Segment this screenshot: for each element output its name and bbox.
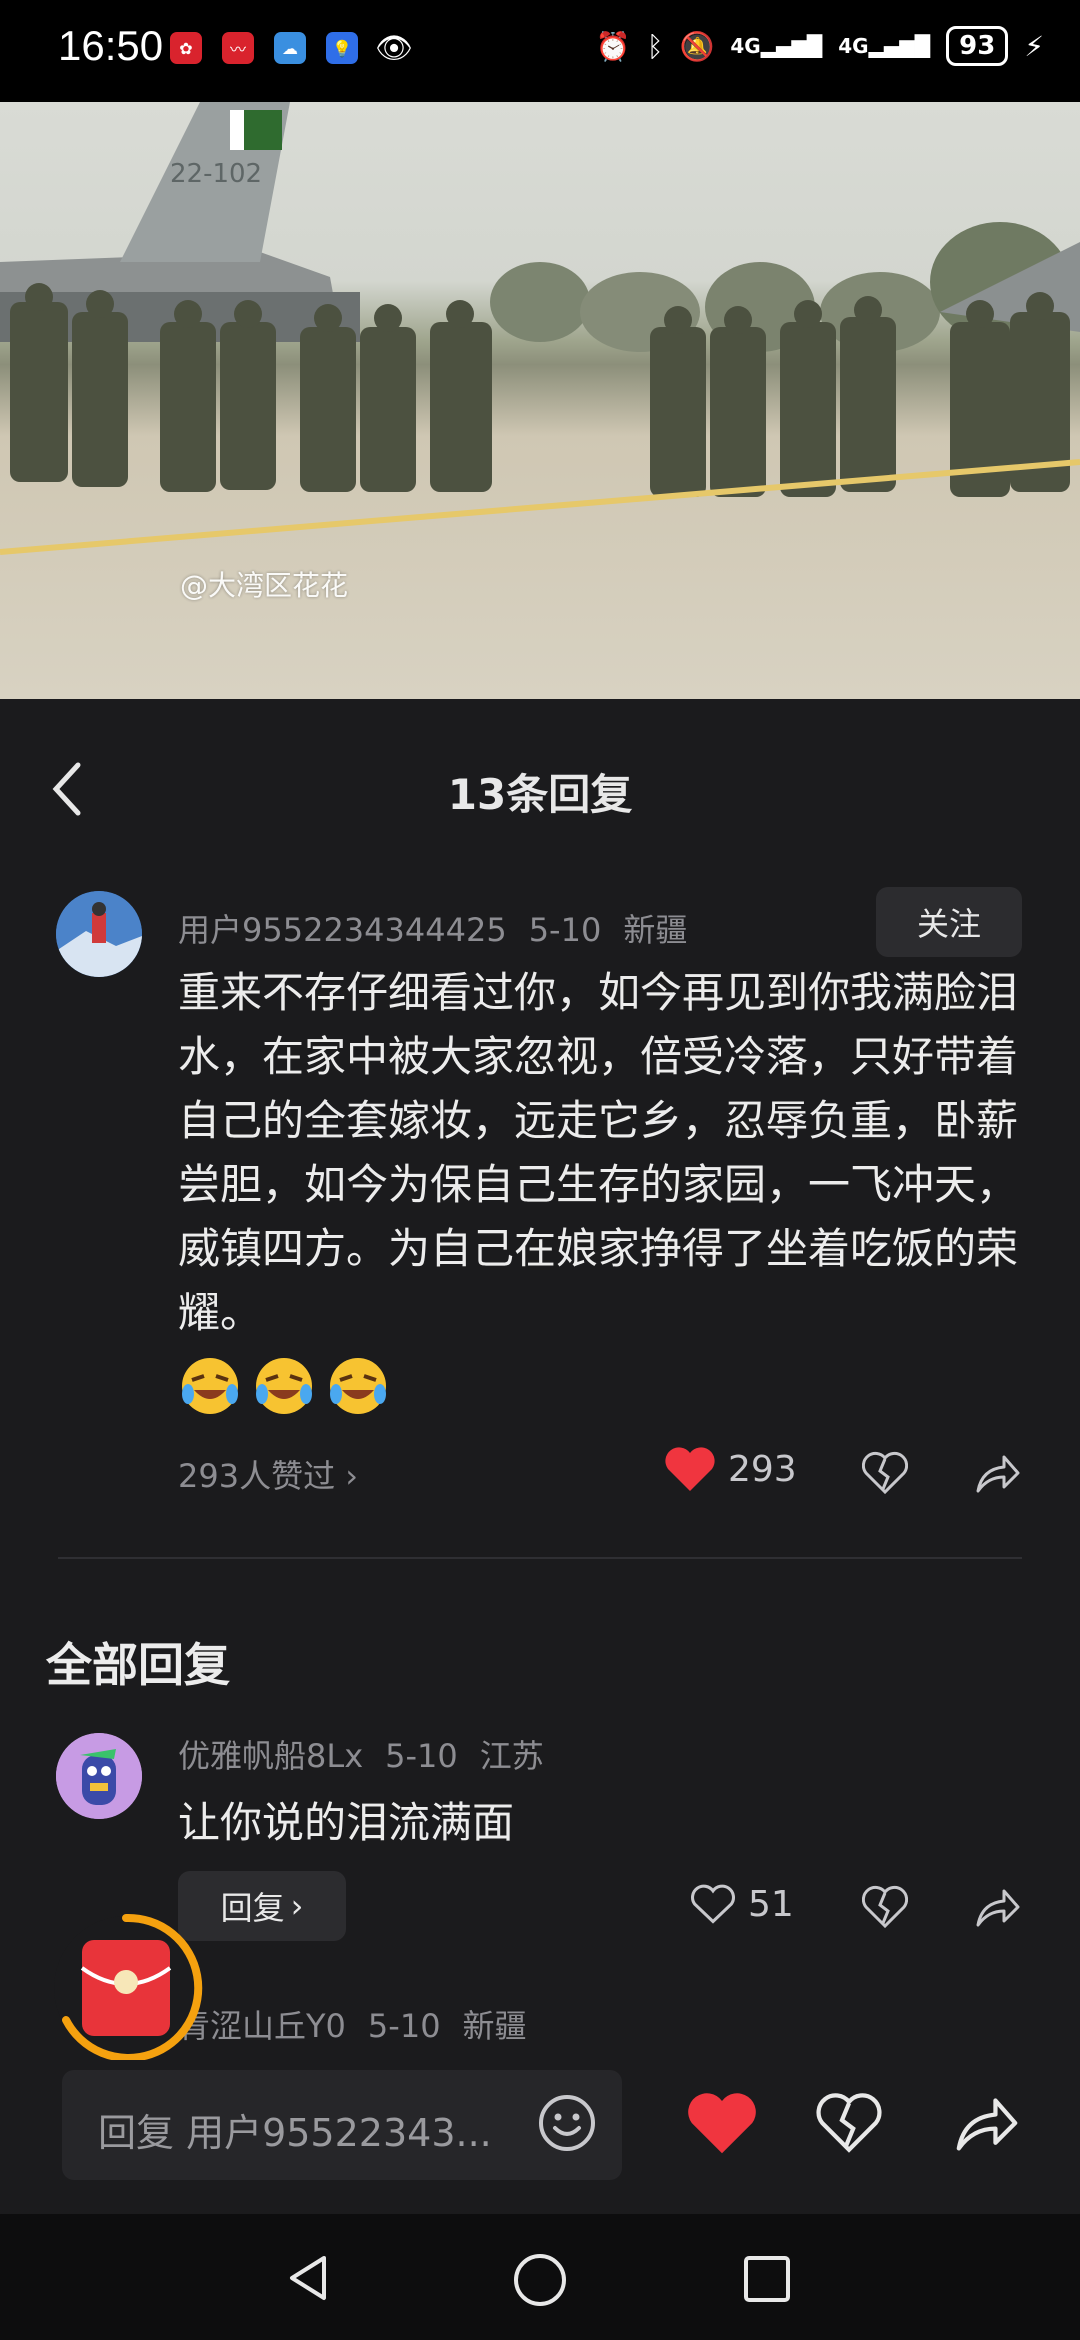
eye-icon: 👁 [374, 30, 414, 66]
reply-date: 5-10 [367, 2007, 441, 2045]
avatar-image [56, 891, 142, 977]
avatar[interactable] [56, 891, 142, 977]
laugh-cry-emoji-icon [330, 1358, 386, 1414]
laugh-cry-emoji-icon [256, 1358, 312, 1414]
jet-marking: 22-102 [170, 159, 262, 189]
dislike-icon[interactable] [862, 1885, 908, 1929]
emoji-picker-icon[interactable] [536, 2092, 598, 2154]
avatar-image [56, 1733, 142, 1819]
like-count: 293 [728, 1448, 797, 1490]
heart-filled-icon [665, 1447, 715, 1491]
alarm-icon: ⏰ [595, 29, 631, 63]
comment-text: 重来不存仔细看过你，如今再见到你我满脸泪水，在家中被大家忽视，倍受冷落，只好带着… [178, 968, 1019, 1337]
status-bar: 16:50 ✿ 〰 ☁ 💡 👁 ⏰ ᛒ 🔕 4G▂▄▆█ 4G▂▄▆█ 93 ⚡ [0, 0, 1080, 102]
avatar[interactable] [56, 1733, 142, 1819]
comment-date: 5-10 [528, 911, 602, 949]
comment-meta: 用户9552234344425 5-10 新疆 [178, 905, 709, 951]
nav-recents-icon[interactable] [742, 2254, 792, 2304]
weather-app-icon: ☁ [274, 32, 306, 64]
chevron-right-icon: › [290, 1887, 304, 1925]
stocks-app-icon: 〰 [222, 32, 254, 64]
huawei-app-icon: ✿ [170, 32, 202, 64]
reply-username[interactable]: 优雅帆船8Lx [178, 1737, 363, 1775]
video-watermark: @大湾区花花 [180, 569, 349, 602]
liked-by-link[interactable]: 293人赞过 › [178, 1451, 358, 1497]
laugh-cry-emoji-icon [182, 1358, 238, 1414]
status-right: ⏰ ᛒ 🔕 4G▂▄▆█ 4G▂▄▆█ 93 ⚡ [596, 26, 1044, 66]
dislike-icon[interactable] [816, 2092, 882, 2154]
sheet-title: 13条回复 [447, 770, 633, 819]
battery-indicator: 93 [946, 26, 1009, 66]
comment-location: 新疆 [623, 911, 688, 949]
reply-date: 5-10 [385, 1737, 458, 1775]
follow-button[interactable]: 关注 [876, 887, 1022, 957]
section-title: 全部回复 [46, 1638, 230, 1692]
reply-input-bar: 回复 用户95522343... [0, 2060, 1080, 2220]
like-button[interactable]: 293 [664, 1445, 797, 1493]
pilots-image [0, 283, 1080, 555]
tips-app-icon: 💡 [326, 32, 358, 64]
share-icon[interactable] [974, 1885, 1022, 1929]
liked-by-text: 293人赞过 [178, 1457, 336, 1495]
reply-meta: 优雅帆船8Lx 5-10 江苏 [178, 1731, 566, 1777]
reply-button-label: 回复 [220, 1889, 285, 1927]
reply-input-placeholder: 回复 用户95522343... [98, 2111, 492, 2155]
reply-meta: 青涩山丘Y0 5-10 新疆 [178, 2001, 549, 2047]
status-app-icons: ✿ 〰 ☁ 💡 👁 [170, 30, 414, 66]
mute-icon: 🔕 [679, 29, 715, 63]
bluetooth-icon: ᛒ [646, 29, 664, 63]
nav-home-icon[interactable] [512, 2252, 568, 2308]
reply-text: 让你说的泪流满面 [178, 1798, 515, 1847]
video-player[interactable]: 22-102 @大湾区花花 [0, 102, 1080, 699]
signal-2: 4G▂▄▆█ [838, 34, 931, 58]
chevron-right-icon: › [345, 1457, 359, 1495]
reply-input[interactable]: 回复 用户95522343... [62, 2070, 622, 2180]
comment-emojis [178, 1354, 390, 1418]
sheet-header: 13条回复 [0, 699, 1080, 859]
red-packet-floating-button[interactable] [48, 1910, 204, 2066]
heart-outline-icon [691, 1884, 735, 1924]
system-nav-bar [0, 2214, 1080, 2340]
charging-icon: ⚡ [1024, 29, 1044, 63]
reply-like-count: 51 [748, 1883, 794, 1925]
reply-like-button[interactable]: 51 [690, 1883, 794, 1925]
reply-location: 新疆 [462, 2007, 527, 2045]
heart-filled-icon[interactable] [686, 2090, 758, 2156]
nav-back-icon[interactable] [282, 2252, 334, 2304]
status-time: 16:50 [58, 22, 164, 69]
signal-1: 4G▂▄▆█ [730, 34, 823, 58]
divider [58, 1557, 1022, 1559]
dislike-icon[interactable] [862, 1451, 908, 1495]
comment-username[interactable]: 用户9552234344425 [178, 911, 507, 949]
share-icon[interactable] [974, 1451, 1022, 1495]
share-icon[interactable] [952, 2092, 1022, 2154]
reply-location: 江苏 [479, 1737, 544, 1775]
